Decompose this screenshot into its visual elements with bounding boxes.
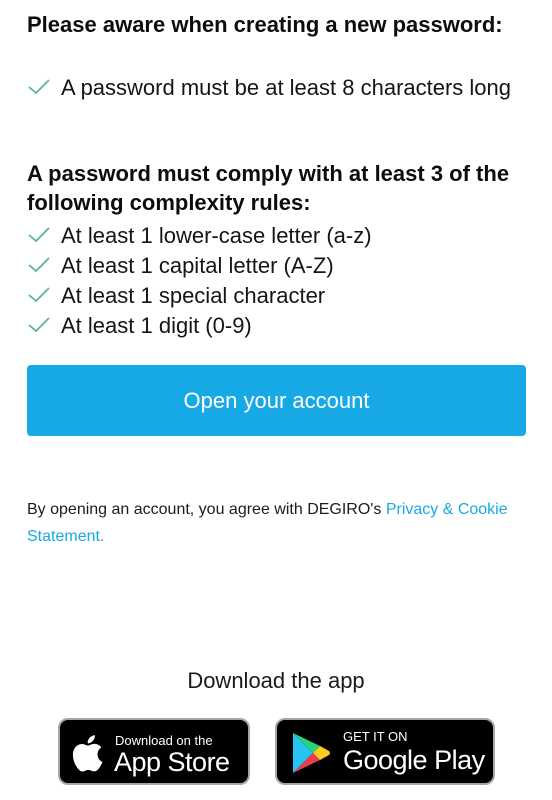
app-store-button[interactable]: Download on the App Store <box>58 718 250 785</box>
google-play-label: Google Play <box>343 745 485 775</box>
complexity-rule: At least 1 lower-case letter (a-z) <box>27 221 532 251</box>
check-icon <box>27 256 51 274</box>
check-icon <box>27 226 51 244</box>
password-notice-title: Please aware when creating a new passwor… <box>27 12 503 37</box>
complexity-rule-text: At least 1 digit (0-9) <box>61 313 252 338</box>
complexity-rule-text: At least 1 capital letter (A-Z) <box>61 253 334 278</box>
signup-page: Please aware when creating a new passwor… <box>0 0 552 800</box>
app-store-caption: Download on the <box>115 733 213 748</box>
complexity-rule-text: At least 1 special character <box>61 283 326 308</box>
google-play-button[interactable]: GET IT ON Google Play <box>275 718 495 785</box>
download-app-title: Download the app <box>187 668 365 693</box>
length-rule-text: A password must be at least 8 characters… <box>61 75 512 100</box>
length-rule: A password must be at least 8 characters… <box>27 73 532 103</box>
complexity-rule-text: At least 1 lower-case letter (a-z) <box>61 223 372 248</box>
complexity-rule: At least 1 digit (0-9) <box>27 311 532 341</box>
check-icon <box>27 286 51 304</box>
complexity-rule: At least 1 capital letter (A-Z) <box>27 251 532 281</box>
complexity-rule: At least 1 special character <box>27 281 532 311</box>
google-play-icon <box>291 731 331 780</box>
legal-text: By opening an account, you agree with DE… <box>27 501 386 518</box>
check-icon <box>27 78 51 96</box>
complexity-title: A password must comply with at least 3 o… <box>27 161 510 215</box>
app-store-label: App Store <box>114 747 230 777</box>
apple-icon <box>70 733 104 778</box>
google-play-caption: GET IT ON <box>343 729 408 744</box>
open-account-button[interactable]: Open your account <box>27 365 526 436</box>
legal-notice: By opening an account, you agree with DE… <box>27 496 527 550</box>
check-icon <box>27 316 51 334</box>
